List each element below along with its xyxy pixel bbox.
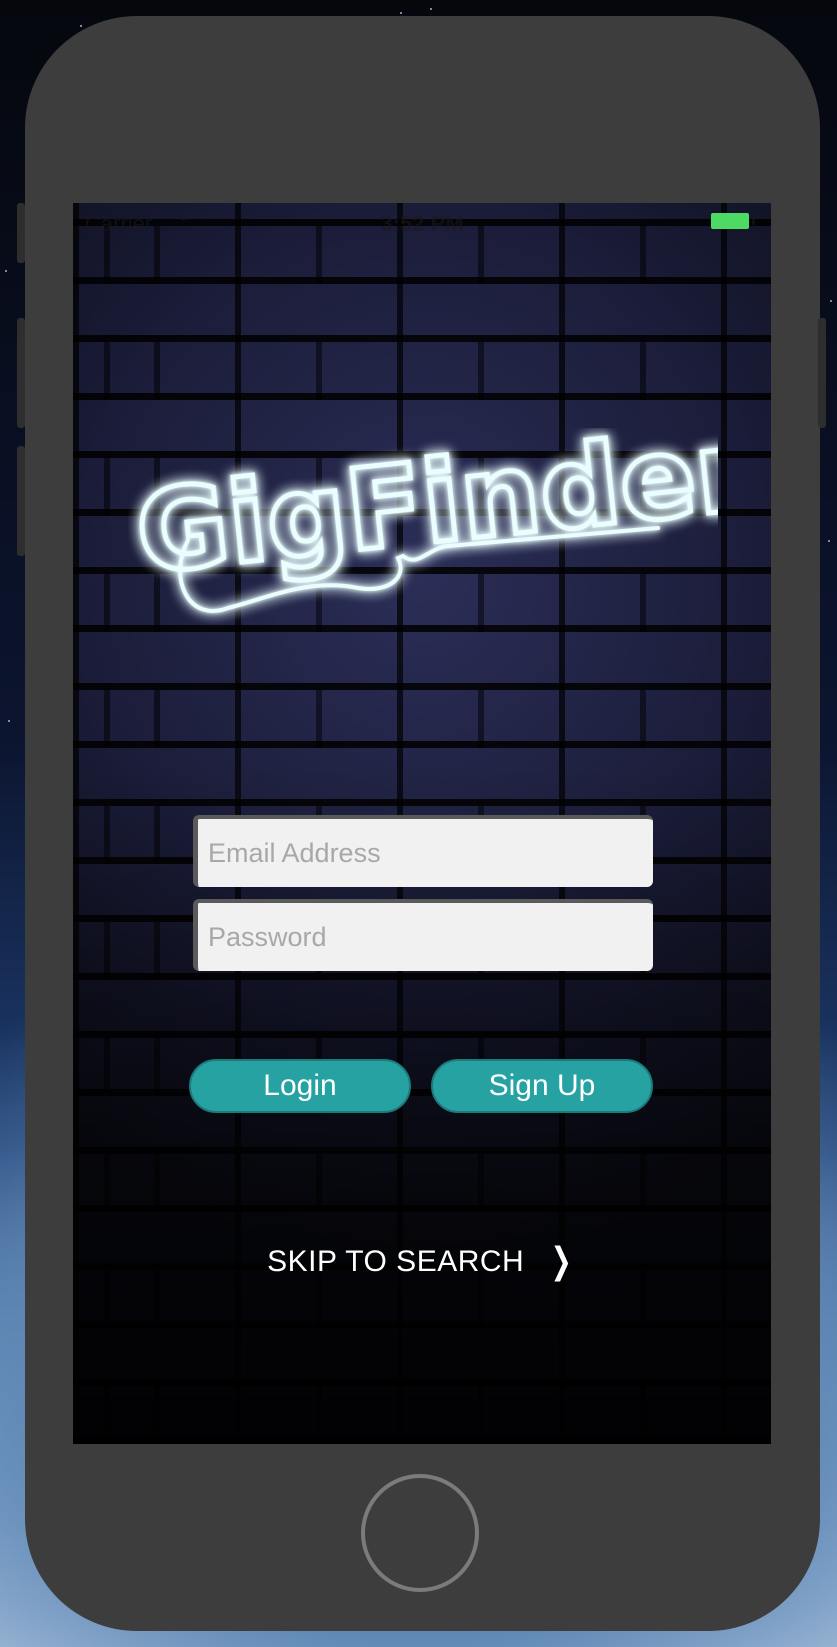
star (430, 8, 432, 10)
mute-switch (17, 203, 25, 263)
logo-text: GigFinder (130, 428, 718, 600)
email-field[interactable] (193, 815, 653, 887)
star (5, 270, 7, 272)
signup-button[interactable]: Sign Up (431, 1059, 653, 1113)
star (400, 12, 402, 14)
chevron-right-icon: ❯ (550, 1240, 573, 1281)
volume-down-button (17, 446, 25, 556)
status-bar: Carrier ◔ 3:52 PM (73, 203, 771, 243)
app-screen: Carrier ◔ 3:52 PM GigFinder Email Addres… (73, 203, 771, 1444)
skip-label: SKIP TO SEARCH (267, 1245, 525, 1278)
email-input[interactable] (198, 819, 653, 887)
star (828, 540, 830, 542)
status-time: 3:52 PM (380, 211, 464, 236)
volume-up-button (17, 318, 25, 428)
skip-to-search-link[interactable]: SKIP TO SEARCH ❯ (73, 1240, 771, 1282)
home-button[interactable] (361, 1474, 479, 1592)
battery-icon (711, 213, 755, 231)
power-button (818, 318, 826, 428)
star (80, 25, 82, 27)
star (830, 300, 832, 302)
star (8, 720, 10, 722)
gigfinder-neon-logo: GigFinder (128, 428, 718, 613)
login-button[interactable]: Login (189, 1059, 411, 1113)
password-field[interactable] (193, 899, 653, 971)
password-input[interactable] (198, 903, 653, 971)
